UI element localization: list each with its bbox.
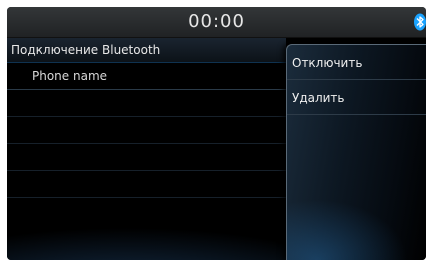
menu-item-disconnect[interactable]: Отключить [287, 45, 426, 80]
list-divider [7, 197, 286, 198]
head-unit-screen: 00:00 Подключение Bluetooth Phone name О… [7, 7, 426, 260]
bluetooth-connection-panel: Подключение Bluetooth Phone name [7, 38, 286, 260]
page-title: Подключение Bluetooth [11, 43, 161, 57]
menu-item-label: Удалить [292, 91, 345, 105]
status-bar: 00:00 [7, 7, 426, 38]
device-name: Phone name [32, 69, 108, 83]
list-divider [7, 170, 286, 171]
list-divider [7, 116, 286, 117]
list-divider [7, 143, 286, 144]
bluetooth-icon [414, 13, 426, 31]
device-list-item[interactable]: Phone name [7, 63, 286, 90]
context-menu: Отключить Удалить [286, 44, 426, 260]
menu-item-delete[interactable]: Удалить [287, 80, 426, 115]
section-header: Подключение Bluetooth [7, 38, 286, 63]
menu-item-label: Отключить [292, 56, 363, 70]
clock: 00:00 [188, 11, 245, 32]
